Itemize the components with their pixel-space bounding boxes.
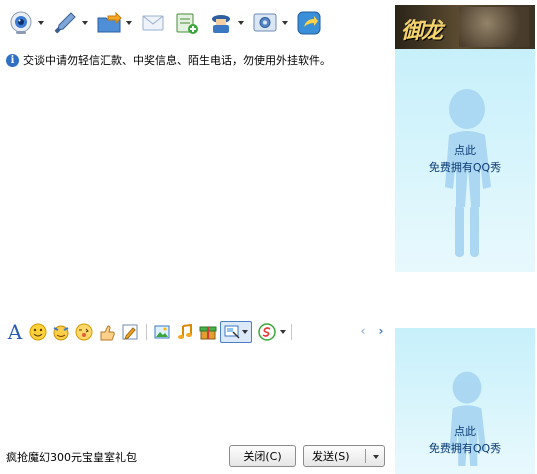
send-button-label: 发送(S) xyxy=(312,450,350,463)
thumb-icon xyxy=(100,325,115,341)
gift-icon xyxy=(199,326,217,340)
info-icon: i xyxy=(6,53,19,67)
soso-icon xyxy=(258,323,276,341)
banner-character-image xyxy=(459,7,529,47)
add-to-list-icon[interactable] xyxy=(172,8,202,38)
toolbar-separator xyxy=(146,324,147,340)
toolbar-separator xyxy=(291,324,292,340)
remote-assist-icon[interactable] xyxy=(206,8,236,38)
add-to-list-button[interactable] xyxy=(172,5,202,41)
toolbar-scroll: ‹ › xyxy=(358,323,386,339)
music-icon xyxy=(178,323,192,339)
video-call-dropdown[interactable] xyxy=(36,8,46,38)
qq-show-link-bottom-line2[interactable]: 免费拥有QQ秀 xyxy=(395,441,535,457)
handwriting-icon xyxy=(122,324,138,340)
settings-button[interactable] xyxy=(250,5,290,41)
send-message-icon[interactable] xyxy=(138,8,168,38)
security-notice: i 交谈中请勿轻信汇款、中奖信息、陌生电话，勿使用外挂软件。 xyxy=(6,51,331,69)
image-icon xyxy=(154,325,170,339)
toolbar-scroll-left-icon[interactable]: ‹ xyxy=(358,323,368,339)
share-icon[interactable] xyxy=(294,8,324,38)
send-image-button[interactable] xyxy=(151,321,173,343)
send-file-icon[interactable] xyxy=(94,8,124,38)
screenshot-button[interactable] xyxy=(220,321,252,343)
qq-show-panel-bottom[interactable]: 点此 免费拥有QQ秀 xyxy=(395,328,535,474)
magic-face-icon xyxy=(53,325,69,341)
voice-call-dropdown[interactable] xyxy=(80,8,90,38)
video-call-icon[interactable] xyxy=(6,8,36,38)
emoji-button[interactable] xyxy=(27,321,49,343)
avatar-silhouette-icon xyxy=(449,371,487,466)
remote-assist-button[interactable] xyxy=(206,5,246,41)
settings-dropdown[interactable] xyxy=(280,8,290,38)
qq-show-link-bottom-line1[interactable]: 点此 xyxy=(395,424,535,440)
font-button[interactable]: A xyxy=(4,321,26,343)
font-icon: A xyxy=(7,320,23,344)
magic-face-button[interactable] xyxy=(50,321,72,343)
close-button[interactable]: 关闭(C) xyxy=(229,445,296,467)
video-call-button[interactable] xyxy=(6,5,46,41)
voice-call-button[interactable] xyxy=(50,5,90,41)
wink-emoji-button[interactable] xyxy=(73,321,95,343)
remote-assist-dropdown[interactable] xyxy=(236,8,246,38)
top-toolbar xyxy=(0,0,390,46)
voice-call-icon[interactable] xyxy=(50,8,80,38)
soso-dropdown[interactable] xyxy=(279,330,287,334)
send-message-button[interactable] xyxy=(138,5,168,41)
qq-show-panel-top[interactable]: 点此 免费拥有QQ秀 xyxy=(395,49,535,272)
screenshot-icon xyxy=(224,325,240,339)
smiley-icon xyxy=(29,323,47,341)
settings-icon[interactable] xyxy=(250,8,280,38)
send-button[interactable]: 发送(S) xyxy=(303,445,385,467)
screenshot-dropdown[interactable] xyxy=(241,330,249,334)
format-toolbar: A xyxy=(0,318,390,346)
toolbar-scroll-right-icon[interactable]: › xyxy=(376,323,386,339)
handwriting-button[interactable] xyxy=(119,321,141,343)
music-button[interactable] xyxy=(174,321,196,343)
send-file-button[interactable] xyxy=(94,5,134,41)
send-options-dropdown-icon[interactable] xyxy=(373,455,379,459)
poke-button[interactable] xyxy=(96,321,118,343)
send-button-divider xyxy=(365,449,366,463)
send-file-dropdown[interactable] xyxy=(124,8,134,38)
share-button[interactable] xyxy=(294,5,324,41)
gift-button[interactable] xyxy=(197,321,219,343)
game-ad-banner[interactable]: 御龙 xyxy=(395,5,535,49)
soso-button[interactable] xyxy=(256,321,278,343)
banner-logo: 御龙 xyxy=(401,18,443,44)
security-notice-text: 交谈中请勿轻信汇款、中奖信息、陌生电话，勿使用外挂软件。 xyxy=(23,54,331,67)
qq-show-link-top-line2[interactable]: 免费拥有QQ秀 xyxy=(395,160,535,176)
qq-show-link-top-line1[interactable]: 点此 xyxy=(395,143,535,159)
promo-link[interactable]: 疯抢魔幻300元宝皇室礼包 xyxy=(6,449,137,465)
emoji-wink-icon xyxy=(75,323,93,341)
avatar-silhouette-icon xyxy=(445,89,491,257)
